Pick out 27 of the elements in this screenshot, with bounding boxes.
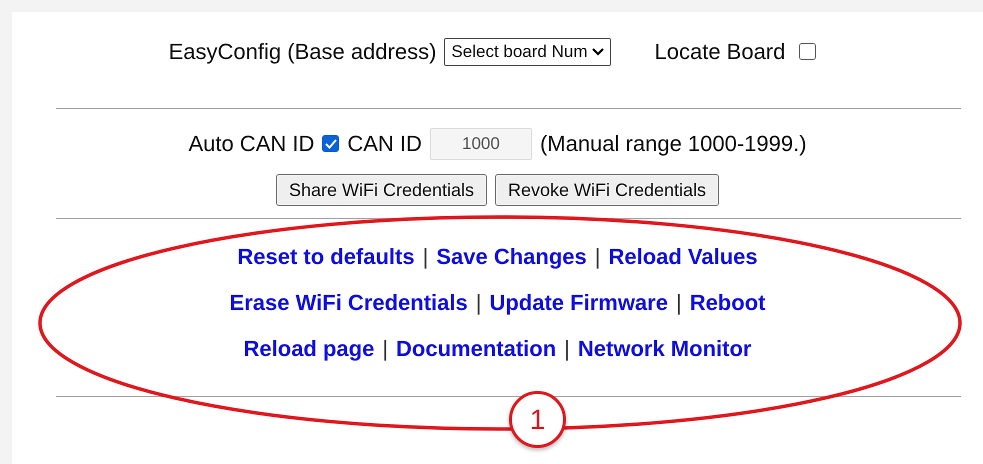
action-link[interactable]: Save Changes xyxy=(436,240,587,273)
base-address-label: EasyConfig (Base address) xyxy=(168,38,436,66)
can-id-label: CAN ID xyxy=(347,130,422,158)
action-link[interactable]: Reboot xyxy=(690,286,766,319)
action-link[interactable]: Reload Values xyxy=(608,240,758,273)
can-id-field[interactable]: 1000 xyxy=(430,128,532,160)
wifi-button[interactable]: Share WiFi Credentials xyxy=(276,174,487,206)
locate-board-checkbox[interactable] xyxy=(799,43,816,60)
wifi-button[interactable]: Revoke WiFi Credentials xyxy=(495,174,720,206)
chevron-down-icon xyxy=(592,48,604,56)
link-separator: | xyxy=(476,289,482,317)
action-link[interactable]: Documentation xyxy=(396,332,556,365)
link-separator: | xyxy=(676,289,682,317)
range-note: (Manual range 1000-1999.) xyxy=(540,130,807,158)
board-select[interactable]: Select board Num xyxy=(444,38,610,66)
auto-can-id-label: Auto CAN ID xyxy=(188,130,314,158)
link-separator: | xyxy=(382,335,388,363)
action-link[interactable]: Erase WiFi Credentials xyxy=(230,286,468,319)
link-separator: | xyxy=(564,335,570,363)
link-separator: | xyxy=(422,243,428,271)
action-link[interactable]: Network Monitor xyxy=(578,332,752,365)
action-link[interactable]: Reset to defaults xyxy=(237,240,415,273)
link-separator: | xyxy=(594,243,600,271)
locate-board-label: Locate Board xyxy=(654,38,786,66)
action-link[interactable]: Update Firmware xyxy=(489,286,668,319)
auto-can-id-checkbox[interactable] xyxy=(322,135,340,152)
action-link[interactable]: Reload page xyxy=(244,332,374,365)
